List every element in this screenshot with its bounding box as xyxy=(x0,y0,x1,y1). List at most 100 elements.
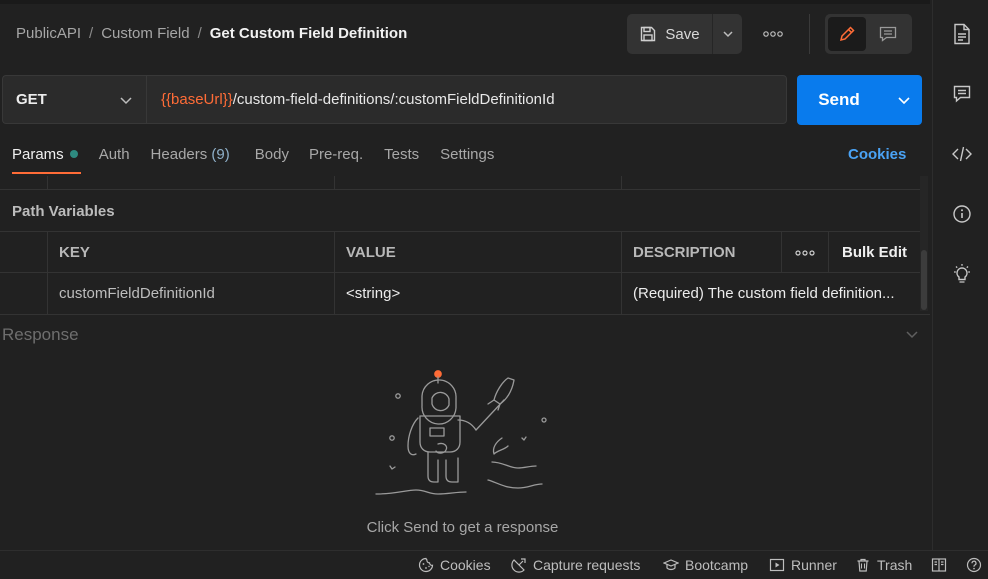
breadcrumb-separator: / xyxy=(89,25,94,42)
tab-auth[interactable]: Auth xyxy=(99,146,130,176)
satellite-icon xyxy=(511,558,526,573)
chevron-down-icon xyxy=(120,97,132,105)
trash-icon xyxy=(857,558,869,572)
tab-label: Body xyxy=(254,146,289,163)
chevron-down-icon xyxy=(898,97,910,105)
tab-label: Auth xyxy=(98,146,130,163)
help-icon xyxy=(966,557,982,573)
column-header-key: KEY xyxy=(47,232,334,273)
tab-headers[interactable]: Headers (9) xyxy=(151,146,230,176)
documentation-rail-button[interactable] xyxy=(947,19,977,49)
url-variable: {{baseUrl}} xyxy=(161,91,233,108)
breadcrumb-item[interactable]: PublicAPI xyxy=(16,25,81,42)
send-options-button[interactable] xyxy=(886,75,922,125)
query-params-table-edge xyxy=(0,176,920,190)
table-divider xyxy=(47,176,48,189)
breadcrumb: PublicAPI / Custom Field / Get Custom Field … xyxy=(16,25,407,42)
statusbar-runner[interactable]: Runner xyxy=(769,554,837,576)
table-row: customFieldDefinitionId <string> (Requir… xyxy=(0,272,920,315)
lightbulb-icon xyxy=(954,264,970,283)
cookies-link[interactable]: Cookies xyxy=(848,146,906,163)
statusbar-cookies[interactable]: Cookies xyxy=(418,554,491,576)
param-key-cell[interactable]: customFieldDefinitionId xyxy=(47,273,334,314)
two-pane-toggle-button[interactable] xyxy=(931,554,947,576)
edit-mode-button[interactable] xyxy=(828,17,866,51)
save-icon xyxy=(641,26,656,42)
save-button[interactable]: Save xyxy=(627,14,712,54)
top-edge xyxy=(0,0,930,4)
breadcrumb-item[interactable]: Custom Field xyxy=(101,25,189,42)
comments-rail-button[interactable] xyxy=(947,79,977,109)
tab-label: Params xyxy=(12,146,64,163)
bulk-edit-button[interactable]: Bulk Edit xyxy=(828,232,920,273)
params-scrollbar-thumb[interactable] xyxy=(921,250,927,310)
response-title[interactable]: Response xyxy=(2,325,79,345)
response-divider xyxy=(0,314,930,315)
cookie-icon xyxy=(418,557,434,573)
request-title[interactable]: Get Custom Field Definition xyxy=(210,25,408,42)
url-input[interactable]: {{baseUrl}}/custom-field-definitions/:cu… xyxy=(146,75,787,124)
statusbar-label: Capture requests xyxy=(533,557,641,573)
column-header-description: DESCRIPTION xyxy=(621,232,781,273)
response-empty-hint: Click Send to get a response xyxy=(366,519,559,536)
path-variables-title: Path Variables xyxy=(12,203,115,220)
statusbar-label: Cookies xyxy=(440,557,491,573)
tab-label: Headers xyxy=(150,146,208,163)
ideas-rail-button[interactable] xyxy=(947,259,977,289)
tab-pre-request[interactable]: Pre-req. xyxy=(309,146,363,176)
tab-tests[interactable]: Tests xyxy=(384,146,419,176)
more-dots-icon xyxy=(795,249,815,256)
document-icon xyxy=(954,23,970,45)
statusbar-capture-requests[interactable]: Capture requests xyxy=(511,554,640,576)
send-button[interactable]: Send xyxy=(797,75,881,125)
status-bar xyxy=(0,550,988,579)
chevron-down-icon[interactable] xyxy=(904,326,920,342)
help-button[interactable] xyxy=(966,554,982,576)
row-handle-cell xyxy=(0,232,47,273)
statusbar-bootcamp[interactable]: Bootcamp xyxy=(663,554,748,576)
statusbar-label: Bootcamp xyxy=(685,557,749,573)
request-tabs: Params Auth Headers (9) Body Pre-req. Te… xyxy=(12,146,510,176)
table-header-row: KEY VALUE DESCRIPTION Bulk Edit xyxy=(0,231,920,273)
tab-count: (9) xyxy=(211,146,230,163)
column-options-button[interactable] xyxy=(781,232,828,273)
play-icon xyxy=(769,558,785,572)
toolbar-divider xyxy=(809,14,810,54)
breadcrumb-separator: / xyxy=(197,25,202,42)
path-variables-table: KEY VALUE DESCRIPTION Bulk Edit customFi… xyxy=(0,231,920,315)
column-header-value: VALUE xyxy=(334,232,621,273)
method-label: GET xyxy=(16,91,47,108)
graduation-cap-icon xyxy=(663,559,679,571)
more-actions-button[interactable] xyxy=(760,24,786,44)
tab-body[interactable]: Body xyxy=(255,146,289,176)
table-divider xyxy=(334,176,335,189)
save-options-button[interactable] xyxy=(712,14,743,54)
chevron-down-icon xyxy=(723,31,733,38)
tab-label: Pre-req. xyxy=(308,146,364,163)
param-description-cell[interactable]: (Required) The custom field definition..… xyxy=(621,273,920,314)
active-tab-indicator xyxy=(12,172,81,174)
param-value-cell[interactable]: <string> xyxy=(334,273,621,314)
astronaut-illustration xyxy=(375,370,547,495)
info-icon xyxy=(953,205,971,223)
params-indicator-dot xyxy=(69,150,78,158)
statusbar-label: Runner xyxy=(791,557,837,573)
table-divider xyxy=(621,176,622,189)
info-rail-button[interactable] xyxy=(947,199,977,229)
row-handle-cell xyxy=(0,273,47,314)
url-path: /custom-field-definitions/:customFieldDe… xyxy=(232,91,555,108)
comment-icon xyxy=(879,26,897,42)
comment-icon xyxy=(953,85,971,103)
code-rail-button[interactable] xyxy=(947,139,977,169)
statusbar-label: Trash xyxy=(877,557,913,573)
tab-settings[interactable]: Settings xyxy=(440,146,494,176)
layout-panes-icon xyxy=(931,558,947,572)
documentation-mode-button[interactable] xyxy=(868,17,908,51)
statusbar-trash[interactable]: Trash xyxy=(855,554,912,576)
save-label: Save xyxy=(665,25,700,43)
pencil-icon xyxy=(839,26,855,42)
tab-label: Tests xyxy=(384,146,420,163)
tab-label: Settings xyxy=(440,146,495,163)
more-dots-icon xyxy=(763,31,783,37)
code-icon xyxy=(952,146,972,162)
